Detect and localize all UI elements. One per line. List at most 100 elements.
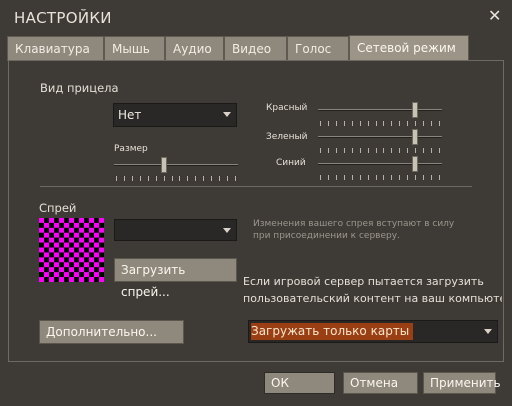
slider-tick (391, 148, 392, 153)
slider-tick (352, 121, 353, 126)
cancel-button[interactable]: Отмена (343, 372, 418, 394)
slider-tick (360, 148, 361, 153)
blue-slider[interactable] (318, 156, 442, 182)
spray-cell (54, 277, 59, 282)
blue-label: Синий (276, 158, 306, 168)
size-slider-thumb[interactable] (161, 157, 167, 173)
spray-cell (39, 222, 44, 228)
spray-cell (99, 267, 104, 273)
slider-tick (383, 175, 384, 180)
spray-cell (64, 247, 69, 253)
size-slider[interactable] (114, 157, 238, 183)
custom-content-select[interactable]: Загружать только карты (248, 320, 498, 343)
spray-cell (84, 242, 89, 248)
spray-cell (74, 267, 79, 273)
spray-cell (39, 257, 44, 263)
spray-cell (89, 277, 94, 282)
slider-tick (399, 121, 400, 126)
load-spray-button[interactable]: Загрузить спрей... (114, 258, 237, 299)
slider-tick (383, 148, 384, 153)
spray-cell (54, 227, 59, 233)
green-slider-thumb[interactable] (412, 129, 418, 145)
advanced-button[interactable]: Дополнительно... (39, 320, 184, 344)
spray-cell (79, 277, 84, 282)
spray-cell (84, 247, 89, 253)
spray-cell (44, 262, 49, 268)
green-slider[interactable] (318, 129, 442, 155)
slider-tick (320, 148, 321, 153)
spray-cell (84, 257, 89, 263)
slider-tick (344, 175, 345, 180)
spray-cell (74, 262, 79, 268)
spray-cell (99, 272, 104, 278)
tab-mouse[interactable]: Мышь (104, 36, 165, 61)
spray-cell (49, 242, 54, 248)
spray-cell (44, 218, 49, 223)
blue-slider-thumb[interactable] (412, 156, 418, 172)
spray-cell (74, 277, 79, 282)
tab-keyboard[interactable]: Клавиатура (7, 36, 104, 61)
spray-cell (59, 242, 64, 248)
slider-tick (235, 176, 236, 181)
red-slider-thumb[interactable] (412, 102, 418, 118)
spray-cell (39, 232, 44, 238)
apply-button[interactable]: Применить (423, 372, 501, 394)
spray-cell (94, 262, 99, 268)
spray-cell (84, 252, 89, 258)
slider-tick (203, 176, 204, 181)
slider-tick (407, 121, 408, 126)
spray-cell (44, 242, 49, 248)
spray-select[interactable] (114, 219, 237, 241)
spray-cell (89, 222, 94, 228)
tab-multiplayer[interactable]: Сетевой режим (349, 35, 469, 61)
ok-button[interactable]: ОК (264, 372, 335, 394)
spray-cell (79, 267, 84, 273)
slider-tick (376, 121, 377, 126)
red-slider[interactable] (318, 102, 442, 128)
slider-tick (423, 148, 424, 153)
spray-cell (89, 242, 94, 248)
spray-cell (64, 237, 69, 243)
tab-audio[interactable]: Аудио (165, 36, 224, 61)
slider-tick (399, 175, 400, 180)
spray-cell (89, 227, 94, 233)
spray-cell (99, 232, 104, 238)
slider-tick (344, 121, 345, 126)
green-label: Зеленый (266, 132, 308, 142)
slider-tick (328, 121, 329, 126)
slider-tick (415, 121, 416, 126)
tab-voice[interactable]: Голос (287, 36, 349, 61)
dialog-title: НАСТРОЙКИ (14, 9, 112, 27)
tab-video[interactable]: Видео (224, 36, 287, 61)
spray-cell (84, 232, 89, 238)
spray-cell (54, 232, 59, 238)
spray-cell (54, 252, 59, 258)
slider-tick (187, 176, 188, 181)
slider-tick (328, 175, 329, 180)
spray-cell (39, 247, 44, 253)
spray-cell (54, 247, 59, 253)
spray-cell (39, 267, 44, 273)
slider-tick (391, 121, 392, 126)
spray-cell (59, 272, 64, 278)
spray-cell (84, 218, 89, 223)
spray-cell (94, 267, 99, 273)
spray-cell (39, 242, 44, 248)
spray-cell (49, 247, 54, 253)
slider-tick (124, 176, 125, 181)
crosshair-select[interactable]: Нет (113, 103, 237, 127)
slider-tick (376, 148, 377, 153)
spray-cell (99, 237, 104, 243)
slider-tick (368, 148, 369, 153)
spray-cell (99, 242, 104, 248)
spray-cell (44, 267, 49, 273)
spray-cell (89, 218, 94, 223)
spray-cell (99, 257, 104, 263)
slider-tick (352, 148, 353, 153)
spray-cell (74, 237, 79, 243)
spray-cell (94, 272, 99, 278)
close-icon[interactable]: ✕ (488, 6, 501, 25)
spray-cell (84, 277, 89, 282)
section-divider (40, 186, 472, 187)
spray-cell (44, 222, 49, 228)
